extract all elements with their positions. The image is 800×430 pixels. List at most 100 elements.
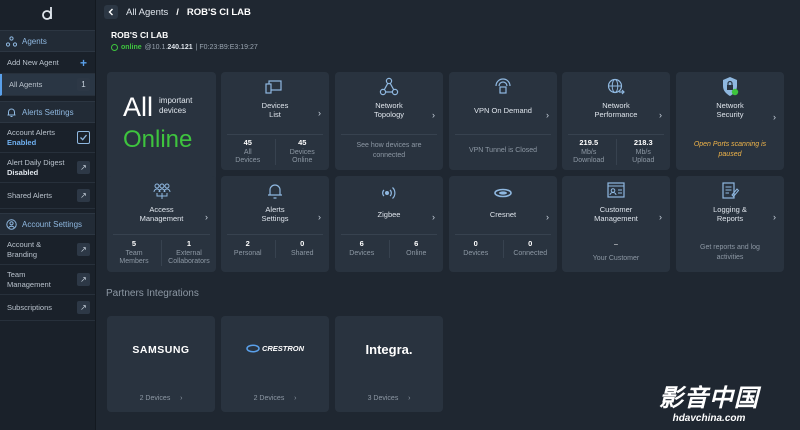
customer-icon: [606, 180, 626, 202]
add-new-agent-label: Add New Agent: [7, 57, 59, 67]
stat-value: 5: [131, 239, 137, 248]
stat-value: 1: [186, 239, 192, 248]
external-link-icon[interactable]: ↗: [77, 301, 90, 314]
account-branding-label: Account & Branding: [7, 239, 42, 259]
agents-icon: [6, 35, 17, 47]
daily-digest-state: Disabled: [7, 167, 39, 177]
cresnet-icon: [492, 180, 514, 202]
sidebar-item-account-alerts[interactable]: Account Alerts Enabled: [0, 123, 95, 153]
stat-zigbee-devices: 6 Devices: [335, 240, 389, 258]
chevron-right-icon: ›: [546, 110, 549, 120]
plus-icon[interactable]: +: [77, 56, 90, 70]
chevron-right-icon: ›: [773, 112, 776, 122]
chevron-right-icon: ›: [294, 395, 297, 402]
agent-ip: @10.1.240.121: [145, 44, 193, 51]
agent-title: ROB'S CI LAB: [111, 30, 169, 40]
alerts-section-header: Alerts Settings: [0, 101, 95, 123]
stat-label: Connected: [513, 250, 548, 257]
logging-reports-title: Logging & Reports: [713, 205, 747, 223]
external-link-icon[interactable]: ↗: [77, 243, 90, 256]
chevron-right-icon: ›: [318, 212, 321, 222]
sidebar-item-shared-alerts[interactable]: Shared Alerts ↗: [0, 183, 95, 209]
breadcrumb-all-agents[interactable]: All Agents: [126, 7, 168, 18]
card-logging-reports[interactable]: Logging & Reports › Get reports and log …: [676, 176, 784, 272]
subscriptions-label: Subscriptions: [7, 302, 53, 312]
network-topology-title: Network Topology: [373, 101, 405, 119]
stat-value: 6: [414, 239, 419, 248]
sidebar-item-subscriptions[interactable]: Subscriptions ↗: [0, 295, 95, 321]
sidebar-item-all-agents[interactable]: All Agents 1: [0, 74, 95, 96]
partner-card-samsung[interactable]: SAMSUNG 2 Devices ›: [107, 316, 215, 412]
stat-label: Devices: [463, 250, 489, 257]
card-network-security[interactable]: Network Security › Open Ports scanning i…: [676, 72, 784, 170]
samsung-logo: SAMSUNG: [132, 344, 190, 356]
card-network-performance[interactable]: Network Performance › 219.5 Mb/s Download…: [562, 72, 670, 170]
chevron-right-icon: ›: [773, 212, 776, 222]
stat-label: External Collaborators: [168, 250, 210, 265]
sidebar: Agents Add New Agent + All Agents 1 Aler…: [0, 0, 96, 430]
card-zigbee[interactable]: Zigbee › 6 Devices 6 Online: [335, 176, 443, 272]
card-cresnet[interactable]: Cresnet › 0 Devices 0 Connected: [449, 176, 557, 272]
card-access-management[interactable]: Access Management › 5 Team Members 1 Exter…: [107, 176, 216, 272]
stat-label: Team Members: [119, 250, 149, 265]
stat-download: 219.5 Mb/s Download: [562, 139, 616, 165]
customer-management-title: Customer Management: [594, 205, 638, 223]
online-status-icon: [111, 44, 118, 51]
stat-label: Devices: [349, 250, 375, 257]
stat-value: 45: [298, 138, 307, 147]
bell-icon: [265, 180, 285, 202]
breadcrumb: All Agents / ROB'S CI LAB: [104, 0, 251, 24]
card-alerts-settings[interactable]: Alerts Settings › 2 Personal 0 Shared: [221, 176, 329, 272]
account-alerts-label: Account Alerts: [7, 127, 55, 137]
chevron-right-icon: ›: [205, 212, 208, 222]
shared-alerts-label: Shared Alerts: [7, 190, 53, 200]
all-agents-count: 1: [77, 78, 90, 91]
zigbee-icon: [379, 180, 399, 202]
card-network-topology[interactable]: Network Topology › See how devices are c…: [335, 72, 443, 170]
stat-label: Mb/s Download: [573, 149, 605, 164]
bell-icon: [6, 107, 17, 118]
user-icon: [6, 218, 17, 230]
stat-value: 0: [300, 239, 305, 248]
partner-card-crestron[interactable]: CRESTRON 2 Devices ›: [221, 316, 329, 412]
ip-prefix: @10.1.: [144, 44, 168, 51]
stat-label: All Devices: [235, 149, 261, 164]
chevron-right-icon: ›: [432, 110, 435, 120]
agent-mac: | F0:23:B9:E3:19:27: [195, 44, 258, 51]
add-new-agent[interactable]: Add New Agent +: [0, 52, 95, 74]
sidebar-item-daily-digest[interactable]: Alert Daily Digest Disabled ↗: [0, 153, 95, 183]
external-link-icon[interactable]: ↗: [77, 189, 90, 202]
back-button[interactable]: [104, 5, 118, 19]
report-icon: [720, 180, 740, 202]
sidebar-item-team-management[interactable]: Team Management ↗: [0, 265, 95, 295]
cresnet-title: Cresnet: [489, 210, 517, 219]
access-management-icon: [152, 180, 172, 202]
network-security-title: Network Security: [716, 101, 744, 119]
stat-label: Mb/s Upload: [632, 149, 655, 164]
partner-devices: 2 Devices: [139, 395, 171, 402]
network-performance-title: Network Performance: [594, 101, 638, 119]
vpn-note: VPN Tunnel is Closed: [468, 147, 538, 154]
external-link-icon[interactable]: ↗: [77, 161, 90, 174]
app-logo[interactable]: [0, 0, 95, 26]
checkbox-icon[interactable]: [77, 131, 90, 144]
agent-status-line: online @10.1.240.121 | F0:23:B9:E3:19:27: [111, 44, 258, 51]
summary-online: Online: [123, 126, 193, 153]
partner-card-integra[interactable]: Integra. 3 Devices ›: [335, 316, 443, 412]
stat-zigbee-online: 6 Online: [388, 239, 444, 258]
card-devices-list[interactable]: Devices List › 45 All Devices 45 Devices O…: [221, 72, 329, 170]
account-alerts-state: Enabled: [7, 137, 37, 147]
globe-icon: [606, 76, 626, 98]
stat-label: Shared: [290, 250, 314, 257]
agents-section-header: Agents: [0, 30, 95, 52]
external-link-icon[interactable]: ↗: [77, 273, 90, 286]
card-customer-management[interactable]: Customer Management › – Your Customer: [562, 176, 670, 272]
stat-label: Devices Online: [289, 149, 315, 164]
logo-icon: [41, 7, 52, 20]
devices-icon: [265, 76, 285, 98]
sidebar-item-account-branding[interactable]: Account & Branding ↗: [0, 235, 95, 265]
partner-devices: 3 Devices: [367, 395, 399, 402]
card-vpn-on-demand[interactable]: VPN On Demand › VPN Tunnel is Closed: [449, 72, 557, 170]
partner-devices: 2 Devices: [253, 395, 285, 402]
watermark-cn: 影音中国: [659, 385, 759, 412]
